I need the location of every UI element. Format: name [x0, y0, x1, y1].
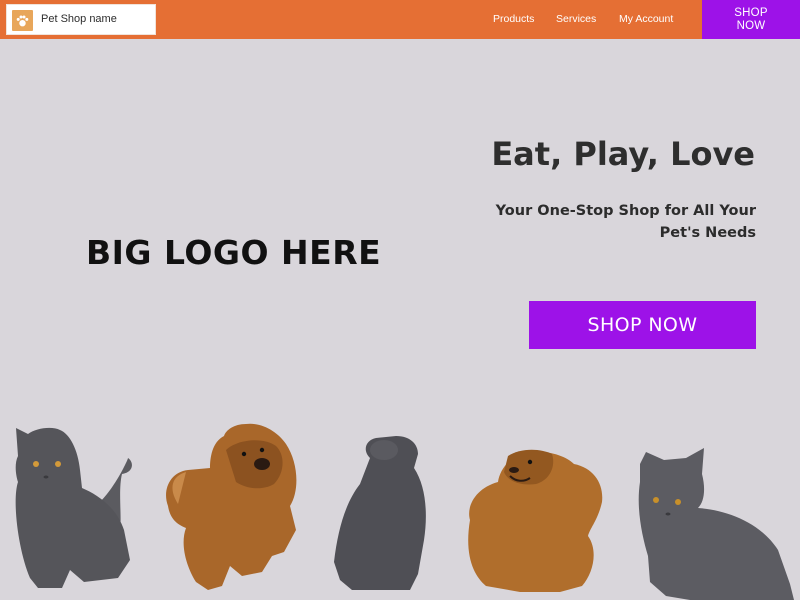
- dog-image-left: [166, 423, 297, 590]
- cat-image-left: [15, 427, 132, 588]
- dog-image-right: [468, 449, 603, 592]
- logo-placeholder: BIG LOGO HERE: [86, 233, 382, 272]
- brand-logo-box[interactable]: Pet Shop name: [6, 4, 156, 35]
- paw-icon: [12, 10, 33, 31]
- cat-image-center: [334, 436, 426, 590]
- hero-subheadline: Your One-Stop Shop for All Your Pet's Ne…: [495, 203, 756, 241]
- header-shop-now-line2: NOW: [736, 20, 766, 32]
- hero-headline: Eat, Play, Love: [491, 135, 755, 173]
- nav-my-account-link[interactable]: My Account: [619, 13, 673, 25]
- hero-shop-now-button[interactable]: SHOP NOW: [529, 301, 756, 349]
- pets-hero-image: [0, 410, 800, 600]
- header-shop-now-button[interactable]: SHOP NOW: [702, 0, 800, 39]
- nav-products-link[interactable]: Products: [493, 13, 534, 25]
- brand-name: Pet Shop name: [41, 13, 117, 25]
- nav-services-link[interactable]: Services: [556, 13, 596, 25]
- top-navigation-bar: Pet Shop name Products Services My Accou…: [0, 0, 800, 39]
- cat-image-right: [638, 448, 794, 600]
- header-shop-now-line1: SHOP: [734, 7, 768, 19]
